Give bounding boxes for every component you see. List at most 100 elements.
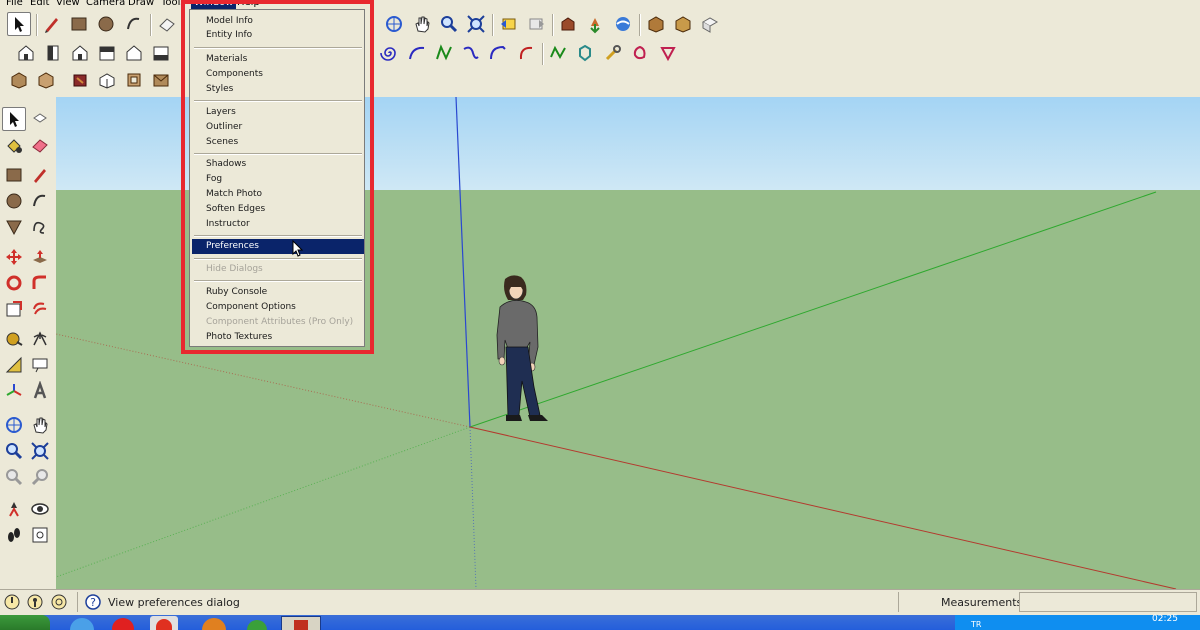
next-tool-icon[interactable] [28, 465, 52, 489]
start-icon[interactable] [0, 615, 50, 630]
front-view-icon[interactable] [68, 41, 92, 65]
menu-window[interactable]: Window [191, 0, 237, 9]
firefox-icon[interactable] [202, 618, 226, 630]
back-view-icon[interactable] [122, 41, 146, 65]
geolocation-icon[interactable] [2, 591, 22, 613]
arc-tool-icon[interactable] [28, 189, 52, 213]
dynamic-component-icon[interactable] [698, 12, 722, 36]
shaded-icon[interactable] [95, 68, 119, 92]
menu-item-scenes[interactable]: Scenes [192, 135, 364, 150]
component-icon[interactable] [644, 12, 668, 36]
move-tool-icon[interactable] [2, 245, 26, 269]
wrench-icon[interactable] [573, 41, 597, 65]
user-icon[interactable] [49, 591, 69, 613]
circle-tool-icon[interactable] [2, 189, 26, 213]
textured-icon[interactable] [122, 68, 146, 92]
zoom-icon[interactable] [437, 12, 461, 36]
wireframe-icon[interactable] [34, 68, 58, 92]
menu-camera[interactable]: Camera [86, 0, 125, 9]
offset-tool-icon[interactable] [28, 297, 52, 321]
xray-icon[interactable] [7, 68, 31, 92]
axes-tool-icon[interactable] [2, 379, 26, 403]
menu-item-preferences[interactable]: Preferences [192, 239, 364, 254]
section-plane-icon[interactable] [28, 523, 52, 547]
menu-item-component-options[interactable]: Component Options [192, 300, 364, 315]
google-earth-icon[interactable] [611, 12, 635, 36]
help-icon[interactable]: ? [83, 591, 103, 613]
push-pull-icon[interactable] [28, 245, 52, 269]
pan-tool-icon[interactable] [28, 413, 52, 437]
menu-help[interactable]: Help [237, 0, 260, 9]
menu-item-shadows[interactable]: Shadows [192, 157, 364, 172]
clock[interactable]: 02:25 [1152, 614, 1178, 624]
follow-me-icon[interactable] [28, 271, 52, 295]
chrome-icon[interactable] [150, 616, 178, 630]
previous-tool-icon[interactable] [2, 465, 26, 489]
monochrome-icon[interactable] [149, 68, 173, 92]
polygon-tool-icon[interactable] [2, 215, 26, 239]
bezier-icon[interactable] [601, 41, 625, 65]
menu-item-layers[interactable]: Layers [192, 105, 364, 120]
orbit-tool-icon[interactable] [2, 413, 26, 437]
previous-view-icon[interactable] [497, 12, 521, 36]
language-indicator[interactable]: TR [971, 620, 981, 629]
arc-icon[interactable] [122, 12, 146, 36]
position-camera-icon[interactable] [2, 497, 26, 521]
zoom-extents-icon[interactable] [464, 12, 488, 36]
pan-icon[interactable] [410, 12, 434, 36]
sketchup-task-icon[interactable] [281, 616, 321, 630]
menu-item-styles[interactable]: Styles [192, 82, 364, 97]
measurements-input[interactable] [1019, 592, 1197, 612]
menu-item-entity-info[interactable]: Entity Info [192, 28, 364, 43]
rotate-tool-icon[interactable] [2, 271, 26, 295]
menu-item-outliner[interactable]: Outliner [192, 120, 364, 135]
menu-item-model-info[interactable]: Model Info [192, 14, 364, 29]
rectangle-icon[interactable] [67, 12, 91, 36]
orbit-icon[interactable] [382, 12, 406, 36]
walk-icon[interactable] [2, 523, 26, 547]
freehand-tool-icon[interactable] [28, 215, 52, 239]
iso-view-icon[interactable] [14, 41, 38, 65]
zoom-tool-icon[interactable] [2, 439, 26, 463]
right-view-icon[interactable] [95, 41, 119, 65]
share-component-icon[interactable] [671, 12, 695, 36]
circle-icon[interactable] [94, 12, 118, 36]
ie-icon[interactable] [70, 618, 94, 630]
share-model-icon[interactable] [583, 12, 607, 36]
menu-file[interactable]: File [6, 0, 23, 9]
line-tool-icon[interactable] [28, 163, 52, 187]
top-view-icon[interactable] [41, 41, 65, 65]
3d-text-icon[interactable] [28, 379, 52, 403]
dimension-tool-icon[interactable] [28, 327, 52, 351]
menu-item-match-photo[interactable]: Match Photo [192, 187, 364, 202]
polygon-icon[interactable] [546, 41, 570, 65]
menu-item-materials[interactable]: Materials [192, 52, 364, 67]
curve-2-icon[interactable] [486, 41, 510, 65]
protractor-icon[interactable] [2, 353, 26, 377]
menu-tools[interactable]: Tools [161, 0, 186, 9]
text-tool-icon[interactable] [28, 353, 52, 377]
look-around-icon[interactable] [28, 497, 52, 521]
triangle-icon[interactable] [628, 41, 652, 65]
arc-2-icon[interactable] [405, 41, 429, 65]
messenger-icon[interactable] [247, 620, 267, 630]
next-view-icon[interactable] [524, 12, 548, 36]
select-tool-icon[interactable] [2, 107, 26, 131]
zigzag-icon[interactable] [432, 41, 456, 65]
spiral-icon[interactable] [378, 41, 402, 65]
zoom-window-icon[interactable] [28, 439, 52, 463]
menu-item-ruby-console[interactable]: Ruby Console [192, 285, 364, 300]
get-models-icon[interactable] [556, 12, 580, 36]
menu-edit[interactable]: Edit [30, 0, 49, 9]
polyline-icon[interactable] [514, 41, 538, 65]
menu-item-photo-textures[interactable]: Photo Textures [192, 330, 364, 345]
eraser-tool-icon[interactable] [28, 133, 52, 157]
curve-icon[interactable] [459, 41, 483, 65]
pencil-icon[interactable] [40, 12, 64, 36]
triangle-2-icon[interactable] [656, 41, 680, 65]
rectangle-tool-icon[interactable] [2, 163, 26, 187]
menu-item-fog[interactable]: Fog [192, 172, 364, 187]
hidden-line-icon[interactable] [68, 68, 92, 92]
person-figure[interactable] [496, 275, 548, 421]
eraser-icon[interactable] [155, 12, 179, 36]
